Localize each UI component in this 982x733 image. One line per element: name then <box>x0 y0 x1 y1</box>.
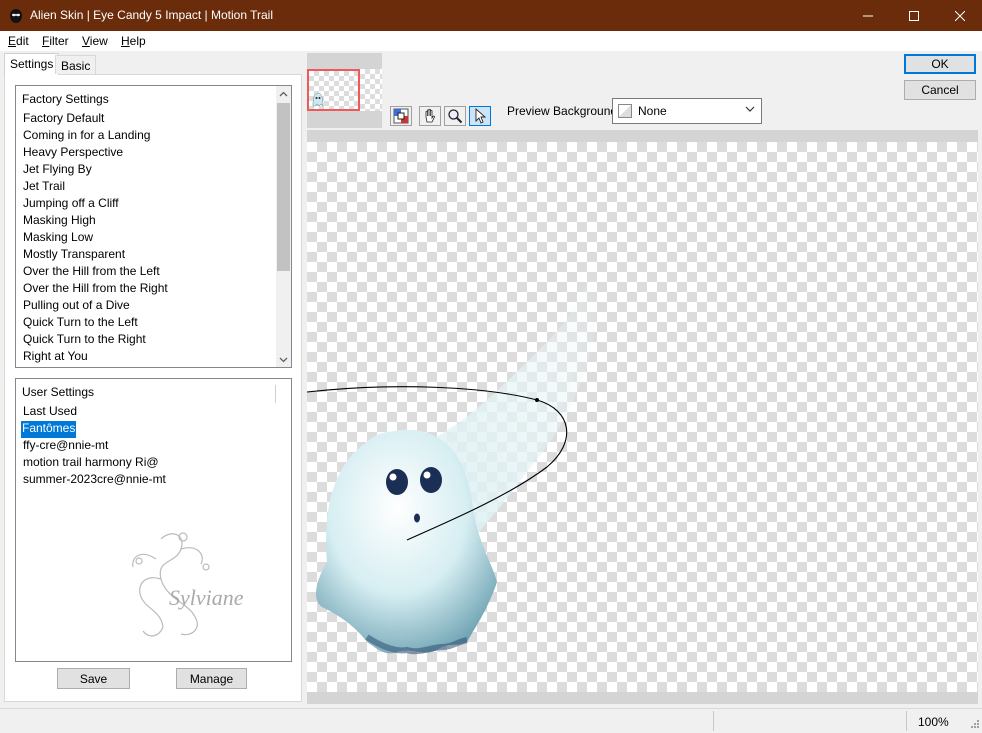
column-divider <box>275 385 276 403</box>
list-item[interactable]: Coming in for a Landing <box>22 128 151 145</box>
sylviane-watermark: Sylviane <box>132 532 244 637</box>
list-item-selected[interactable]: Fantômes <box>19 420 78 439</box>
window-title: Alien Skin | Eye Candy 5 Impact | Motion… <box>30 8 274 22</box>
user-settings-list[interactable]: User Settings Last Used Fantômes ffy-cre… <box>15 378 292 662</box>
scroll-thumb[interactable] <box>277 103 290 271</box>
preview-canvas[interactable] <box>307 142 978 692</box>
menu-help[interactable]: Help <box>121 34 146 48</box>
chevron-up-icon <box>279 91 288 96</box>
title-bar: Alien Skin | Eye Candy 5 Impact | Motion… <box>0 0 982 31</box>
preview-background-label: Preview Background: <box>507 104 621 118</box>
scroll-down-button[interactable] <box>276 352 291 367</box>
background-swatch <box>618 104 632 118</box>
list-item[interactable]: Quick Turn to the Right <box>22 332 147 349</box>
status-divider <box>713 711 714 731</box>
close-icon <box>955 10 965 21</box>
minimize-icon <box>863 15 873 16</box>
list-item[interactable]: Heavy Perspective <box>22 145 124 162</box>
status-bar: 100% <box>0 708 982 733</box>
resize-grip-icon[interactable] <box>968 719 980 731</box>
status-divider <box>906 711 907 731</box>
list-item[interactable]: Pulling out of a Dive <box>22 298 131 315</box>
watermark-text: Sylviane <box>169 585 244 610</box>
menu-view[interactable]: View <box>82 34 108 48</box>
menu-filter[interactable]: Filter <box>42 34 69 48</box>
maximize-button[interactable] <box>891 0 937 31</box>
zoom-tool-button[interactable] <box>444 106 466 126</box>
ghost-preview-image <box>307 262 597 655</box>
list-item[interactable]: Over the Hill from the Right <box>22 281 169 298</box>
list-item[interactable]: Jet Flying By <box>22 162 93 179</box>
maximize-icon <box>909 10 919 21</box>
zoom-level: 100% <box>918 715 949 729</box>
list-item[interactable]: Jet Trail <box>22 179 66 196</box>
chevron-down-icon <box>279 357 288 362</box>
chevron-down-icon <box>745 106 755 112</box>
factory-settings-list[interactable]: Factory Settings Factory Default Coming … <box>15 85 292 368</box>
factory-settings-header: Factory Settings <box>22 92 109 106</box>
save-button[interactable]: Save <box>57 668 130 689</box>
zoom-icon <box>448 109 463 124</box>
ghost-thumbnail-icon <box>312 92 324 107</box>
preview-background-value: None <box>638 104 667 118</box>
user-settings-header: User Settings <box>22 385 95 399</box>
list-item[interactable]: ffy-cre@nnie-mt <box>22 438 109 455</box>
manage-button[interactable]: Manage <box>176 668 247 689</box>
list-item[interactable]: motion trail harmony Ri@ <box>22 455 160 472</box>
ok-button[interactable]: OK <box>904 54 976 74</box>
factory-list-scrollbar[interactable] <box>276 86 291 367</box>
menu-bar: Edit Filter View Help <box>0 31 982 51</box>
preview-background-select[interactable]: None <box>612 98 762 124</box>
toggle-preview-button[interactable] <box>390 106 412 126</box>
hand-icon <box>425 108 435 123</box>
list-item[interactable]: summer-2023cre@nnie-mt <box>22 472 167 489</box>
alien-skin-app-icon <box>10 9 22 23</box>
list-item[interactable]: Over the Hill from the Left <box>22 264 161 281</box>
scroll-up-button[interactable] <box>276 86 291 101</box>
select-tool-button[interactable] <box>469 106 491 126</box>
navigator-thumbnail-outside <box>360 69 382 111</box>
list-item[interactable]: Masking Low <box>22 230 94 247</box>
cancel-button[interactable]: Cancel <box>904 80 976 100</box>
tab-basic[interactable]: Basic <box>55 55 97 74</box>
navigator-viewport[interactable] <box>307 69 360 111</box>
close-button[interactable] <box>937 0 982 31</box>
menu-edit[interactable]: Edit <box>8 34 29 48</box>
preview-icon <box>393 108 409 124</box>
list-item[interactable]: Factory Default <box>22 111 105 128</box>
list-item[interactable]: Mostly Transparent <box>22 247 126 264</box>
minimize-button[interactable] <box>845 0 891 31</box>
list-item[interactable]: Jumping off a Cliff <box>22 196 120 213</box>
list-item[interactable]: Right at You <box>22 349 89 366</box>
tab-settings[interactable]: Settings <box>4 53 60 75</box>
hand-tool-button[interactable] <box>419 106 441 126</box>
list-item[interactable]: Quick Turn to the Left <box>22 315 139 332</box>
list-item[interactable]: Masking High <box>22 213 97 230</box>
list-item[interactable]: Last Used <box>22 404 78 421</box>
arrow-select-icon <box>475 108 487 124</box>
